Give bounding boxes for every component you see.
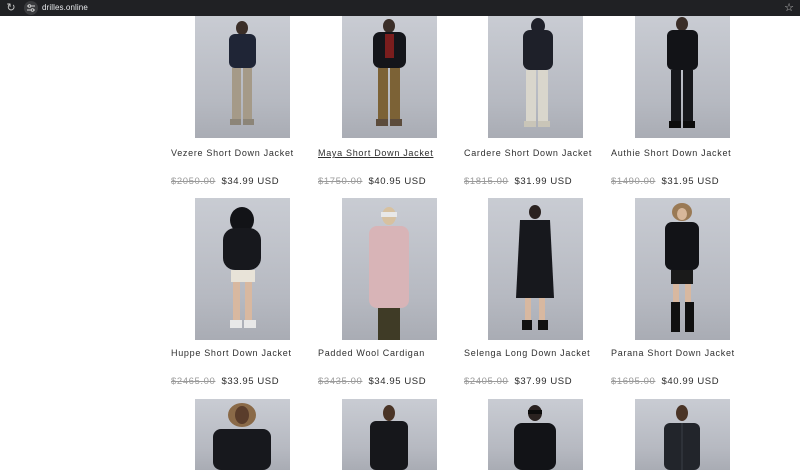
sale-price: $37.99 USD	[514, 376, 573, 387]
product-price: $1815.00 $31.99 USD	[464, 176, 572, 187]
product-image[interactable]	[635, 198, 730, 340]
product-name[interactable]: Authie Short Down Jacket	[611, 148, 731, 158]
sale-price: $34.99 USD	[221, 176, 280, 187]
url-text[interactable]: drilles.online	[42, 1, 88, 15]
product-image[interactable]	[195, 198, 290, 340]
sale-price: $33.95 USD	[221, 376, 280, 387]
original-price: $1490.00	[611, 176, 656, 187]
product-image[interactable]	[635, 399, 730, 470]
site-settings-icon[interactable]	[24, 1, 38, 15]
original-price: $1815.00	[464, 176, 509, 187]
product-price: $3435.00 $34.95 USD	[318, 376, 426, 387]
bookmark-star-icon[interactable]: ☆	[782, 0, 796, 16]
product-name[interactable]: Vezere Short Down Jacket	[171, 148, 294, 158]
product-price: $2050.00 $34.99 USD	[171, 176, 279, 187]
product-image[interactable]	[488, 198, 583, 340]
original-price: $1695.00	[611, 376, 656, 387]
sale-price: $40.99 USD	[661, 376, 720, 387]
sale-price: $31.95 USD	[661, 176, 720, 187]
sale-price: $40.95 USD	[368, 176, 427, 187]
product-name[interactable]: Maya Short Down Jacket	[318, 148, 433, 158]
original-price: $2405.00	[464, 376, 509, 387]
product-name[interactable]: Padded Wool Cardigan	[318, 348, 425, 358]
product-name[interactable]: Cardere Short Down Jacket	[464, 148, 592, 158]
product-image[interactable]	[342, 399, 437, 470]
sale-price: $34.95 USD	[368, 376, 427, 387]
original-price: $1750.00	[318, 176, 363, 187]
product-name[interactable]: Huppe Short Down Jacket	[171, 348, 292, 358]
product-image[interactable]	[342, 16, 437, 138]
product-name[interactable]: Parana Short Down Jacket	[611, 348, 735, 358]
product-price: $1750.00 $40.95 USD	[318, 176, 426, 187]
product-name[interactable]: Selenga Long Down Jacket	[464, 348, 590, 358]
original-price: $2050.00	[171, 176, 216, 187]
product-image[interactable]	[488, 16, 583, 138]
product-price: $1695.00 $40.99 USD	[611, 376, 719, 387]
product-price: $2465.00 $33.95 USD	[171, 376, 279, 387]
product-image[interactable]	[195, 16, 290, 138]
product-price: $1490.00 $31.95 USD	[611, 176, 719, 187]
original-price: $2465.00	[171, 376, 216, 387]
product-image[interactable]	[488, 399, 583, 470]
product-image[interactable]	[635, 16, 730, 138]
original-price: $3435.00	[318, 376, 363, 387]
product-image[interactable]	[342, 198, 437, 340]
product-image[interactable]	[195, 399, 290, 470]
product-price: $2405.00 $37.99 USD	[464, 376, 572, 387]
browser-address-bar: ↻ drilles.online ☆	[0, 0, 800, 16]
reload-icon[interactable]: ↻	[4, 1, 18, 15]
sale-price: $31.99 USD	[514, 176, 573, 187]
